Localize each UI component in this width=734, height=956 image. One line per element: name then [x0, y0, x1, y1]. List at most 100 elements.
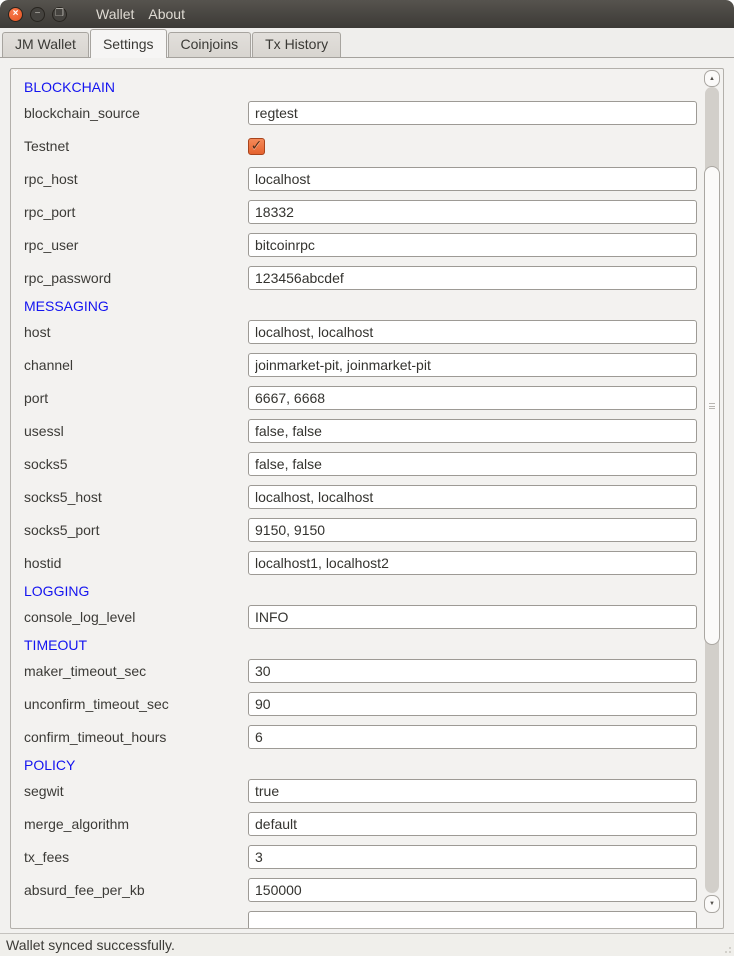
blockchain_source-input[interactable]	[248, 101, 697, 125]
form-row: socks5_port	[24, 518, 701, 542]
wallet-window: × − ❐ Wallet About JM WalletSettingsCoin…	[0, 0, 734, 956]
menu-item-wallet[interactable]: Wallet	[89, 6, 141, 22]
form-row: unconfirm_timeout_sec	[24, 692, 701, 716]
vertical-scrollbar[interactable]: ▲ ▼	[703, 69, 721, 928]
form-row: absurd_fee_per_kb	[24, 878, 701, 902]
partial-field-input[interactable]	[248, 911, 697, 929]
form-row: rpc_host	[24, 167, 701, 191]
field-label: hostid	[24, 555, 248, 571]
field-label: blockchain_source	[24, 105, 248, 121]
socks5_host-input[interactable]	[248, 485, 697, 509]
confirm_timeout_hours-input[interactable]	[248, 725, 697, 749]
rpc_host-input[interactable]	[248, 167, 697, 191]
check-icon: ✓	[251, 138, 263, 152]
settings-tab-panel: BLOCKCHAIN blockchain_source Testnet✓ rpc_h…	[0, 58, 734, 933]
socks5_port-input[interactable]	[248, 518, 697, 542]
field-label: socks5	[24, 456, 248, 472]
field-label: rpc_user	[24, 237, 248, 253]
form-row: channel	[24, 353, 701, 377]
console_log_level-input[interactable]	[248, 605, 697, 629]
maximize-button[interactable]: ❐	[52, 7, 67, 22]
field-label: host	[24, 324, 248, 340]
usessl-input[interactable]	[248, 419, 697, 443]
section-header-timeout: TIMEOUT	[24, 638, 701, 653]
section-header-messaging: MESSAGING	[24, 299, 701, 314]
form-row: blockchain_source	[24, 101, 701, 125]
titlebar: × − ❐ Wallet About	[0, 0, 734, 28]
status-message: Wallet synced successfully.	[6, 937, 175, 953]
minimize-button[interactable]: −	[30, 7, 45, 22]
field-label: rpc_port	[24, 204, 248, 220]
field-label: absurd_fee_per_kb	[24, 882, 248, 898]
close-button[interactable]: ×	[8, 7, 23, 22]
field-label: console_log_level	[24, 609, 248, 625]
maximize-icon: ❐	[55, 9, 64, 19]
field-label: port	[24, 390, 248, 406]
form-row: socks5_host	[24, 485, 701, 509]
field-label: merge_algorithm	[24, 816, 248, 832]
minimize-icon: −	[35, 9, 41, 19]
section-header-policy: POLICY	[24, 758, 701, 773]
field-label: socks5_host	[24, 489, 248, 505]
scroll-down-button[interactable]: ▼	[704, 895, 720, 913]
rpc_port-input[interactable]	[248, 200, 697, 224]
menu-item-about[interactable]: About	[141, 6, 192, 22]
form-row: Testnet✓	[24, 134, 701, 158]
field-label: maker_timeout_sec	[24, 663, 248, 679]
socks5-input[interactable]	[248, 452, 697, 476]
field-label: unconfirm_timeout_sec	[24, 696, 248, 712]
form-row: usessl	[24, 419, 701, 443]
tab-settings[interactable]: Settings	[90, 29, 167, 58]
segwit-input[interactable]	[248, 779, 697, 803]
close-icon: ×	[13, 9, 19, 19]
absurd_fee_per_kb-input[interactable]	[248, 878, 697, 902]
form-row: rpc_user	[24, 233, 701, 257]
menubar: Wallet About	[89, 6, 192, 22]
hostid-input[interactable]	[248, 551, 697, 575]
field-label: tx_fees	[24, 849, 248, 865]
form-row: console_log_level	[24, 605, 701, 629]
form-row: rpc_password	[24, 266, 701, 290]
field-label: usessl	[24, 423, 248, 439]
form-row: merge_algorithm	[24, 812, 701, 836]
tab-jm-wallet[interactable]: JM Wallet	[2, 32, 89, 57]
merge_algorithm-input[interactable]	[248, 812, 697, 836]
tab-tx-history[interactable]: Tx History	[252, 32, 341, 57]
scrollbar-thumb[interactable]	[704, 166, 720, 645]
field-label: segwit	[24, 783, 248, 799]
settings-scroll-area: BLOCKCHAIN blockchain_source Testnet✓ rpc_h…	[10, 68, 724, 929]
tx_fees-input[interactable]	[248, 845, 697, 869]
form-row: socks5	[24, 452, 701, 476]
form-row: confirm_timeout_hours	[24, 725, 701, 749]
rpc_password-input[interactable]	[248, 266, 697, 290]
form-row: hostid	[24, 551, 701, 575]
status-bar: Wallet synced successfully.	[0, 933, 734, 956]
maker_timeout_sec-input[interactable]	[248, 659, 697, 683]
rpc_user-input[interactable]	[248, 233, 697, 257]
unconfirm_timeout_sec-input[interactable]	[248, 692, 697, 716]
testnet-checkbox[interactable]: ✓	[248, 138, 265, 155]
form-row: host	[24, 320, 701, 344]
resize-grip-icon[interactable]	[721, 943, 731, 953]
form-row: port	[24, 386, 701, 410]
field-label: socks5_port	[24, 522, 248, 538]
scrollbar-grip-icon	[709, 403, 715, 409]
section-header-blockchain: BLOCKCHAIN	[24, 80, 701, 95]
field-label: rpc_host	[24, 171, 248, 187]
field-label: Testnet	[24, 138, 248, 154]
scroll-down-icon: ▼	[709, 901, 715, 907]
host-input[interactable]	[248, 320, 697, 344]
channel-input[interactable]	[248, 353, 697, 377]
scroll-up-button[interactable]: ▲	[704, 70, 720, 87]
form-row: rpc_port	[24, 200, 701, 224]
field-label: confirm_timeout_hours	[24, 729, 248, 745]
field-label: channel	[24, 357, 248, 373]
field-label: rpc_password	[24, 270, 248, 286]
form-row: segwit	[24, 779, 701, 803]
form-row-partial	[24, 911, 701, 929]
section-header-logging: LOGGING	[24, 584, 701, 599]
tab-bar: JM WalletSettingsCoinjoinsTx History	[0, 28, 734, 58]
settings-form: BLOCKCHAIN blockchain_source Testnet✓ rpc_h…	[11, 69, 701, 929]
tab-coinjoins[interactable]: Coinjoins	[168, 32, 252, 57]
port-input[interactable]	[248, 386, 697, 410]
